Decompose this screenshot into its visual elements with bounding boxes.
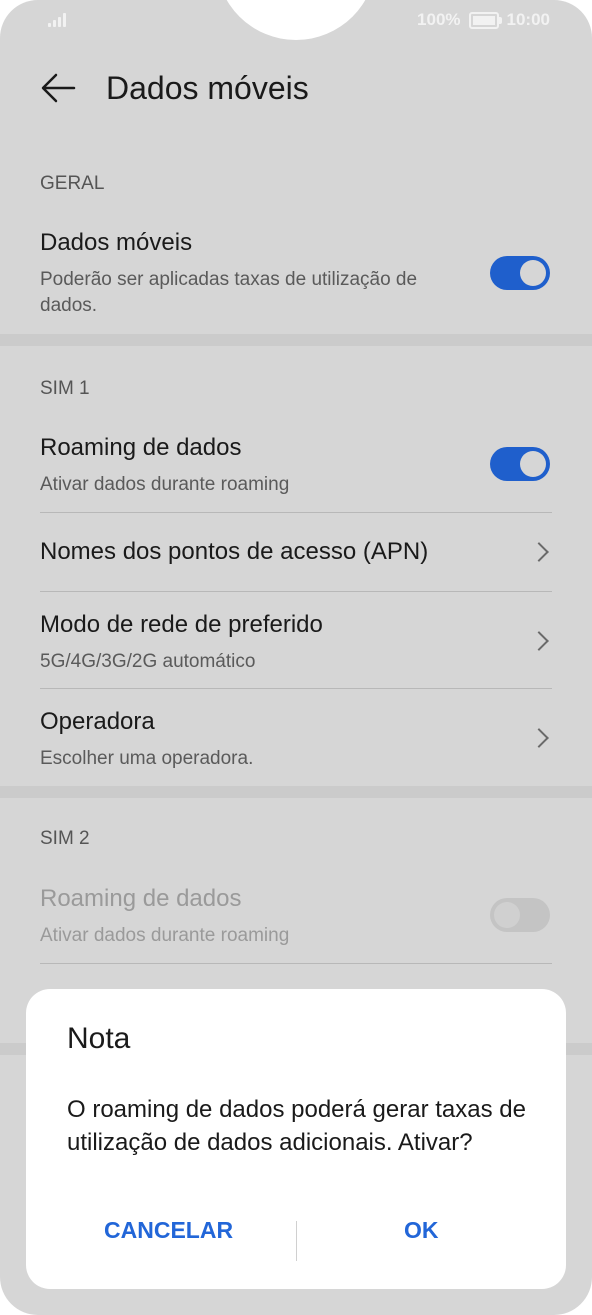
sim1-roaming-toggle[interactable] [490, 447, 550, 481]
header: Dados móveis [0, 60, 592, 120]
section-label-sim1: SIM 1 [40, 378, 90, 399]
section-label-sim2: SIM 2 [40, 828, 90, 849]
mobile-data-toggle[interactable] [490, 256, 550, 290]
network-mode-title: Modo de rede de preferido [40, 611, 323, 638]
phone-screen: 100% 10:00 Dados móveis GERAL Dados móve… [0, 0, 592, 1315]
divider [40, 688, 552, 689]
sim1-roaming-title: Roaming de dados [40, 434, 242, 461]
chevron-right-icon [529, 631, 549, 651]
apn-title: Nomes dos pontos de acesso (APN) [40, 538, 429, 565]
operator-subtitle: Escolher uma operadora. [40, 748, 254, 769]
sim2-roaming-toggle[interactable] [490, 898, 550, 932]
network-mode-subtitle: 5G/4G/3G/2G automático [40, 651, 256, 672]
sim2-roaming-subtitle: Ativar dados durante roaming [40, 925, 290, 946]
mobile-data-title: Dados móveis [40, 229, 193, 256]
operator-title: Operadora [40, 708, 155, 735]
divider [40, 512, 552, 513]
cancel-button[interactable]: CANCELAR [104, 1217, 233, 1244]
clock: 10:00 [506, 10, 550, 29]
sim1-roaming-subtitle: Ativar dados durante roaming [40, 474, 290, 495]
section-gap [0, 786, 592, 798]
toggle-knob [520, 260, 546, 286]
roaming-confirm-dialog: Nota O roaming de dados poderá gerar tax… [26, 989, 566, 1289]
section-label-general: GERAL [40, 173, 105, 194]
page-title: Dados móveis [106, 70, 309, 106]
divider [40, 591, 552, 592]
status-right: 100% 10:00 [417, 10, 550, 30]
toggle-knob [520, 451, 546, 477]
status-bar: 100% 10:00 [0, 0, 592, 40]
dialog-message: O roaming de dados poderá gerar taxas de… [67, 1096, 526, 1156]
mobile-data-subtitle: Poderão ser aplicadas taxas de utilizaçã… [40, 269, 418, 316]
button-separator [296, 1221, 297, 1261]
chevron-right-icon [529, 542, 549, 562]
sim2-roaming-title: Roaming de dados [40, 885, 242, 912]
section-gap [0, 334, 592, 346]
divider [40, 963, 552, 964]
arrow-left-icon [41, 73, 76, 103]
ok-button[interactable]: OK [404, 1217, 439, 1244]
signal-icon [48, 11, 70, 27]
battery-icon [468, 11, 502, 29]
battery-percent: 100% [417, 10, 461, 29]
toggle-knob [494, 902, 520, 928]
dialog-title: Nota [67, 1022, 131, 1055]
back-button[interactable] [38, 68, 78, 108]
chevron-right-icon [529, 728, 549, 748]
